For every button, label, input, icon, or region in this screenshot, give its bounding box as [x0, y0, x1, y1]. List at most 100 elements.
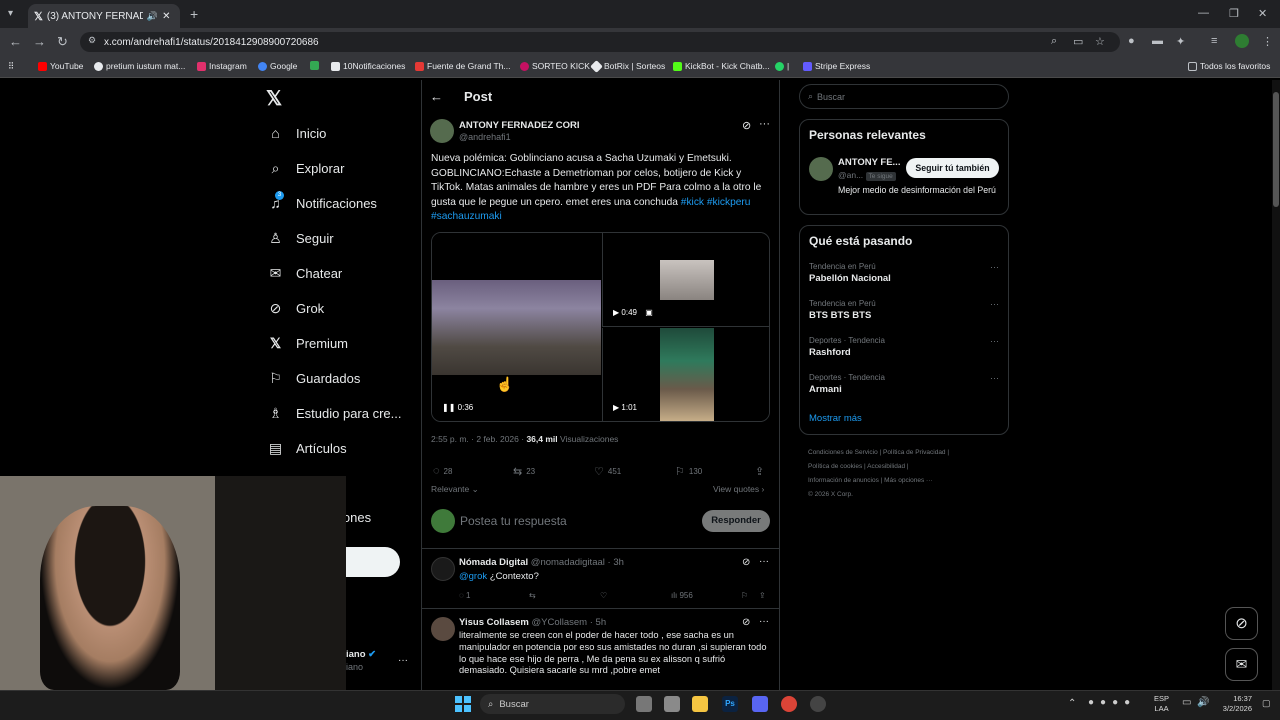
taskbar-search[interactable]: ⌕ Buscar [480, 694, 625, 714]
profile-avatar[interactable] [1235, 34, 1249, 48]
repost-action[interactable]: ⇆ 23 [513, 465, 535, 478]
clock[interactable]: 16:37 3/2/2026 [1218, 694, 1252, 714]
back-arrow-icon[interactable]: ← [430, 89, 443, 104]
reply-2-handle[interactable]: @YCollasem [532, 617, 588, 628]
sidebar-item-articulos[interactable]: ▤ Artículos [268, 440, 347, 457]
trend-more-icon[interactable]: ··· [990, 336, 999, 346]
hashtag-kick[interactable]: #kick [681, 197, 704, 208]
bookmark-youtube[interactable]: YouTube [38, 61, 83, 71]
trend-item[interactable]: Deportes · Tendencia Armani ··· [809, 373, 999, 395]
author-avatar[interactable] [430, 119, 454, 143]
chrome-icon[interactable] [781, 696, 797, 712]
reply-1-avatar[interactable] [431, 557, 455, 581]
bookmark-sorteo-kick[interactable]: SORTEO KICK [520, 61, 590, 71]
bookmark-fuente-gta[interactable]: Fuente de Grand Th... [415, 61, 510, 71]
video-1[interactable]: ❚❚ 0:36 [432, 233, 601, 421]
sidebar-item-grok[interactable]: ⊘ Grok [268, 300, 325, 317]
tray-chevron-icon[interactable]: ⌃ [1068, 698, 1076, 709]
bookmark-action[interactable]: ⚐ 130 [675, 465, 702, 478]
extension-icon-1[interactable]: ● [1128, 35, 1135, 47]
bookmark-whatsapp[interactable]: | [775, 61, 789, 71]
obs-icon[interactable] [810, 696, 826, 712]
like-action[interactable]: ♡ 451 [594, 465, 621, 478]
tray-icons[interactable]: ●●●● [1088, 697, 1136, 708]
trend-more-icon[interactable]: ··· [990, 262, 999, 272]
x-home-logo[interactable]: 𝕏 [266, 86, 282, 111]
sort-dropdown[interactable]: Relevante ⌄ [431, 484, 479, 495]
bookmark-botrix[interactable]: BotRix | Sorteos [590, 59, 665, 73]
hashtag-kickperu[interactable]: #kickperu [707, 197, 751, 208]
all-bookmarks[interactable]: Todos los favoritos [1188, 61, 1270, 71]
sidebar-item-inicio[interactable]: ⌂ Inicio [268, 125, 326, 141]
back-icon[interactable]: ← [9, 35, 22, 48]
reply-action[interactable]: ◌ 28 [433, 465, 452, 477]
video-2-controls[interactable]: ▶ 0:49 ▣ [613, 308, 653, 317]
volume-icon[interactable]: 🔊 [1197, 697, 1209, 708]
bookmark-instagram[interactable]: Instagram [197, 61, 247, 71]
footer-link[interactable]: Accesibilidad [867, 463, 905, 470]
trend-more-icon[interactable]: ··· [990, 373, 999, 383]
post-more-icon[interactable]: ··· [759, 118, 770, 130]
trend-item[interactable]: Tendencia en Perú BTS BTS BTS ··· [809, 299, 999, 321]
network-icon[interactable]: ▭ [1182, 697, 1191, 708]
view-quotes-link[interactable]: View quotes › [713, 484, 764, 494]
footer-link[interactable]: Política de Privacidad [883, 449, 946, 456]
author-handle[interactable]: @andrehafi1 [459, 132, 511, 142]
zoom-icon[interactable]: ⌕ [1051, 35, 1057, 48]
follow-back-button[interactable]: Seguir tú también [906, 158, 999, 178]
bookmark-leaf[interactable] [310, 61, 319, 70]
new-tab-button[interactable]: + [190, 6, 198, 22]
reply-1-repost[interactable]: ⇆ [529, 591, 536, 600]
bookmark-google[interactable]: Google [258, 61, 297, 71]
footer-link[interactable]: Política de cookies [808, 463, 862, 470]
reply-1-handle[interactable]: @nomadadigitaal [531, 557, 605, 568]
photoshop-icon[interactable]: Ps [722, 696, 738, 712]
footer-link[interactable]: Información de anuncios [808, 477, 879, 484]
footer-link[interactable]: Más opciones ··· [884, 477, 932, 484]
sidebar-item-estudio[interactable]: ♗ Estudio para cre... [268, 405, 401, 422]
notification-center-icon[interactable]: ▢ [1262, 698, 1271, 709]
play-icon[interactable]: ▶ [613, 403, 619, 412]
discord-icon[interactable] [752, 696, 768, 712]
reply-1-bookmark[interactable]: ⚐ [741, 591, 748, 600]
grok-icon[interactable]: ⊘ [742, 119, 751, 132]
trend-item[interactable]: Tendencia en Perú Pabellón Nacional ··· [809, 262, 999, 284]
messages-float-button[interactable]: ✉ [1225, 648, 1258, 681]
mention-grok[interactable]: @grok [459, 571, 487, 582]
reply-2-more-icon[interactable]: ··· [759, 616, 769, 627]
windows-start-icon[interactable] [455, 696, 471, 712]
pause-icon[interactable]: ❚❚ [442, 403, 455, 412]
reply-1-share[interactable]: ⇪ [759, 591, 766, 600]
trend-more-icon[interactable]: ··· [990, 299, 999, 309]
bookmark-stripe[interactable]: Stripe Express [803, 61, 870, 71]
sidebar-item-explorar[interactable]: ⌕ Explorar [268, 160, 345, 177]
star-icon[interactable]: ☆ [1095, 35, 1105, 48]
forward-icon[interactable]: → [33, 35, 46, 48]
account-name[interactable]: iano ✔ [346, 649, 376, 660]
language-indicator[interactable]: ESP LAA [1154, 694, 1169, 714]
reply-1-grok-icon[interactable]: ⊘ [742, 557, 750, 568]
apps-icon[interactable]: ⠿ [8, 61, 14, 72]
reading-list-icon[interactable]: ≡ [1211, 35, 1217, 47]
bookmark-kickbot[interactable]: KickBot - Kick Chatb... [673, 61, 770, 71]
reply-1-views[interactable]: ılı 956 [671, 591, 693, 600]
video-2[interactable]: ▶ 0:49 ▣ [602, 233, 769, 327]
speaker-icon[interactable]: 🔊 [147, 11, 158, 22]
app-icon-1[interactable] [664, 696, 680, 712]
bookmark-pretium[interactable]: pretium iustum mat... [94, 61, 185, 71]
relevant-avatar[interactable] [809, 157, 833, 181]
account-more-icon[interactable]: ··· [398, 655, 408, 666]
extension-icon-2[interactable]: ▬ [1152, 35, 1163, 47]
maximize-icon[interactable]: ❐ [1229, 7, 1239, 20]
sidebar-item-notificaciones[interactable]: ♫ 3 Notificaciones [268, 191, 377, 211]
url-input[interactable]: ⚙ x.com/andrehafi1/status/20184129089007… [80, 32, 1120, 52]
file-explorer-icon[interactable] [692, 696, 708, 712]
site-info-icon[interactable]: ⚙ [88, 35, 96, 46]
extensions-icon[interactable]: ✦ [1176, 35, 1185, 48]
hashtag-sachauzumaki[interactable]: #sachauzumaki [431, 211, 502, 222]
show-more-link[interactable]: Mostrar más [809, 413, 862, 424]
reply-1-reply[interactable]: ◌ 1 [459, 591, 470, 600]
page-scrollbar[interactable] [1272, 80, 1280, 690]
reply-1-more-icon[interactable]: ··· [759, 556, 769, 567]
video-3-controls[interactable]: ▶ 1:01 [613, 403, 637, 412]
